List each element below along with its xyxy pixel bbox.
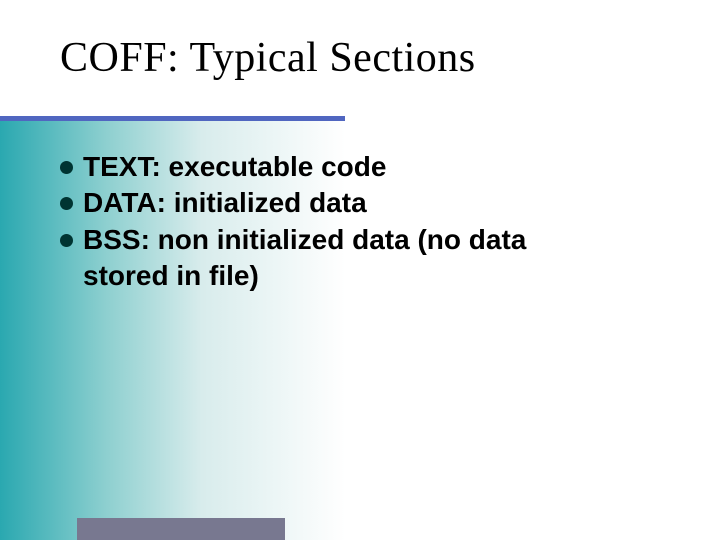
bullet-text: TEXT: executable code (83, 150, 386, 184)
list-item: BSS: non initialized data (no data (60, 223, 660, 257)
bullet-text: DATA: initialized data (83, 186, 367, 220)
title-underline (0, 116, 345, 121)
bullet-icon (60, 234, 73, 247)
list-item: DATA: initialized data (60, 186, 660, 220)
bullet-icon (60, 197, 73, 210)
slide-title: COFF: Typical Sections (60, 34, 476, 82)
slide: COFF: Typical Sections TEXT: executable … (0, 0, 720, 540)
bullet-icon (60, 161, 73, 174)
bullet-text: BSS: non initialized data (no data (83, 223, 526, 257)
bullet-text-continuation: stored in file) (83, 259, 660, 293)
list-item: TEXT: executable code (60, 150, 660, 184)
content-area: TEXT: executable code DATA: initialized … (60, 150, 660, 294)
footer-accent-bar (77, 518, 285, 540)
